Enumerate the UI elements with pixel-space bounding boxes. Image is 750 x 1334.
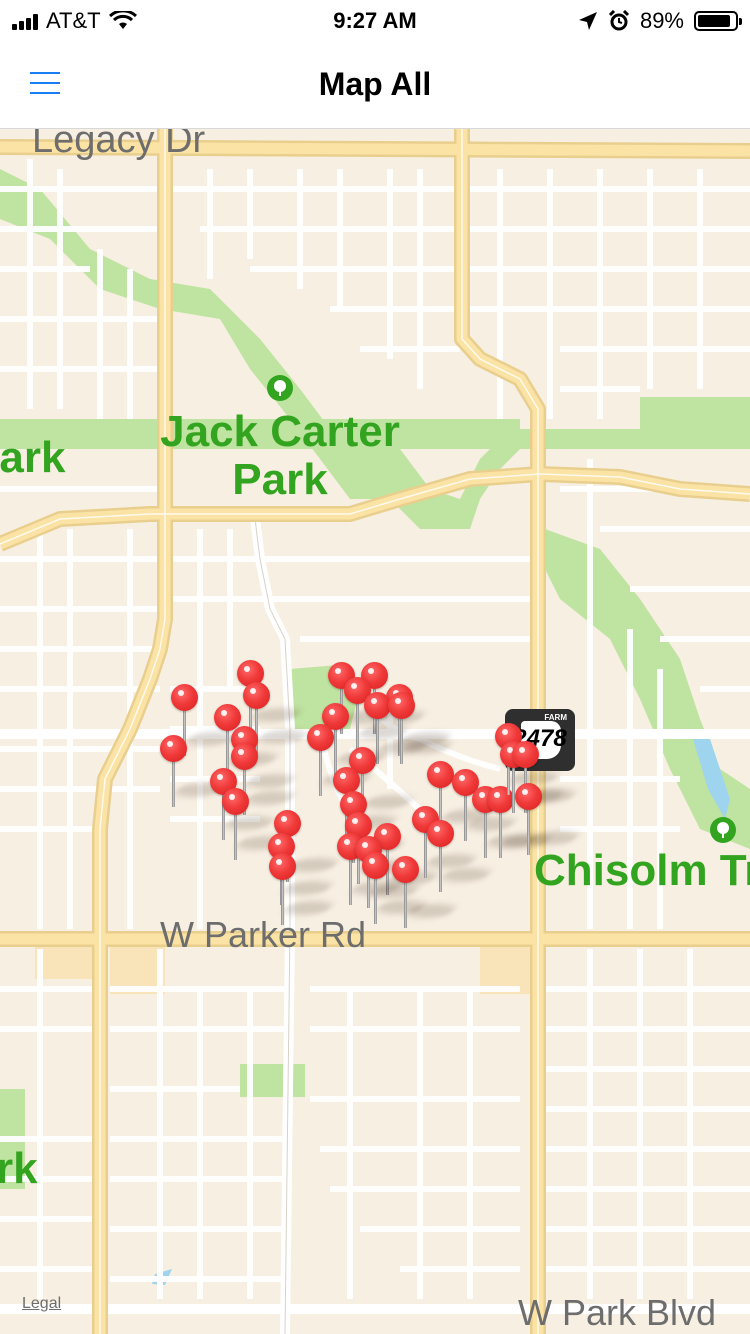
- map-pin[interactable]: [515, 783, 583, 855]
- road-label-w-parker-rd: W Parker Rd: [160, 914, 367, 955]
- road-label-w-park-blvd: W Park Blvd: [518, 1292, 717, 1333]
- map-pin[interactable]: [427, 820, 495, 892]
- battery-icon: [694, 11, 742, 31]
- map-pin[interactable]: [160, 735, 228, 807]
- shield-farm-label: FARM: [544, 713, 567, 722]
- park-label-chisolm: Chisolm Tr: [534, 846, 750, 895]
- park-label-left-bottom: rk: [0, 1144, 38, 1193]
- park-tree-icon: [267, 375, 293, 401]
- map-pin[interactable]: [307, 724, 375, 796]
- park-label-jack-carter: Jack Carter Park: [160, 407, 400, 504]
- location-arrow-icon: [578, 12, 597, 30]
- road-label-legacy-dr: Legacy Dr: [32, 129, 206, 161]
- legal-link[interactable]: Legal: [22, 1295, 61, 1313]
- map-pin[interactable]: [388, 692, 456, 764]
- park-label-left-top: Park: [0, 433, 66, 482]
- map-pin[interactable]: [222, 788, 290, 860]
- map-pin[interactable]: [362, 852, 430, 924]
- alarm-icon: [608, 10, 630, 31]
- battery-percent: 89%: [639, 8, 684, 33]
- status-right: 89%: [578, 8, 742, 34]
- page-title: Map All: [318, 66, 432, 102]
- navigation-bar: Map All: [0, 40, 750, 129]
- map-pin[interactable]: [269, 853, 337, 925]
- park-tree-icon: [710, 817, 736, 843]
- map-view[interactable]: Legacy Dr W Parker Rd W Park Blvd Jack C…: [0, 129, 750, 1334]
- status-bar: AT&T 9:27 AM 89%: [0, 0, 750, 40]
